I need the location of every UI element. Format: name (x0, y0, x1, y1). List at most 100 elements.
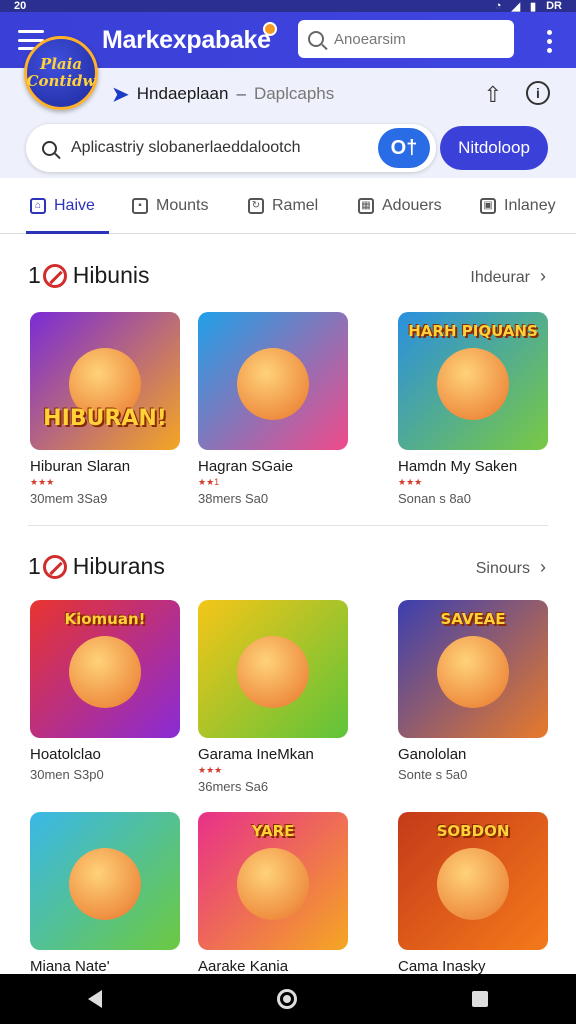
mascot-image (437, 635, 509, 708)
top-search-placeholder: Anoearsim (334, 30, 406, 48)
app-card[interactable]: SAVEAE Ganololan Sonte s 5a0 (398, 600, 548, 782)
notification-dot-icon (262, 21, 277, 36)
grid-icon: ▪ (132, 198, 148, 214)
section-title: 1 Hiburans (28, 553, 165, 580)
see-more-label: Sinours (475, 560, 530, 577)
recent-apps-icon[interactable] (472, 991, 489, 1007)
search-icon (42, 140, 57, 156)
main-search-value: Aplicastriy slobanerlaeddalootch (71, 139, 301, 156)
calendar-icon: ▦ (358, 198, 374, 214)
system-nav-bar (0, 974, 576, 1024)
tab-haive[interactable]: ⌂ Haive (26, 178, 109, 234)
more-options-icon[interactable] (547, 30, 552, 53)
battery-label: DR (546, 0, 562, 12)
see-more-link[interactable]: Sinours › (476, 557, 546, 578)
app-thumbnail[interactable]: SAVEAE (398, 600, 548, 738)
app-name: Ganololan (398, 746, 467, 763)
thumbnail-art-text: SAVEAE (440, 610, 506, 628)
home-icon: ⌂ (30, 198, 46, 214)
wifi-icon: ◔ (494, 0, 502, 12)
main-search-input[interactable]: Aplicastriy slobanerlaeddalootch O† (26, 124, 436, 172)
see-more-link[interactable]: Ihdeurar › (470, 266, 546, 287)
mascot-image (69, 847, 141, 920)
tab-mounts[interactable]: ▪ Mounts (132, 178, 208, 234)
bag-icon: ▣ (480, 198, 496, 214)
tab-inlaney[interactable]: ▣ Inlaney (480, 178, 556, 234)
app-thumbnail[interactable]: HIBURAN! (30, 312, 180, 450)
app-thumbnail[interactable]: YARE (198, 812, 348, 950)
back-icon[interactable] (87, 990, 102, 1008)
info-icon[interactable]: i (526, 81, 550, 105)
rating-stars: ★★★ (198, 765, 223, 775)
app-thumbnail[interactable] (198, 600, 348, 738)
app-card[interactable]: SOBDON Cama Inasky (398, 812, 548, 975)
home-icon[interactable] (276, 989, 297, 1009)
app-name: Hoatolclao (30, 746, 101, 763)
thumbnail-art-text: SOBDON (436, 822, 510, 840)
app-card[interactable]: HIBURAN! Hiburan Slaran ★★★ 30mem 3Sa9 (30, 312, 180, 506)
breadcrumb-separator: – (236, 84, 246, 103)
no-symbol-icon (42, 554, 67, 579)
chevron-right-icon: › (540, 557, 546, 577)
no-symbol-icon (42, 263, 67, 288)
badge-line1: Plaia (39, 55, 83, 73)
app-thumbnail[interactable] (30, 812, 180, 950)
see-more-label: Ihdeurar (470, 269, 530, 286)
store-name: Hndaeplaan (136, 84, 229, 103)
tab-label: Ramel (272, 197, 319, 214)
tab-label: Adouers (382, 197, 442, 214)
mascot-image (237, 635, 309, 708)
store-logo-icon: ➤ (112, 83, 129, 106)
mascot-image (237, 847, 309, 920)
store-subtitle: Daplcaphs (253, 84, 335, 103)
app-thumbnail[interactable]: SOBDON (398, 812, 548, 950)
app-logo-badge[interactable]: Plaia Contidw (24, 36, 98, 110)
section-divider (28, 525, 548, 526)
app-card[interactable]: Garama IneMkan ★★★ 36mers Sa6 (198, 600, 348, 794)
clock: 20 (14, 0, 27, 12)
search-row: Aplicastriy slobanerlaeddalootch O† Nitd… (0, 120, 576, 178)
tab-ramel[interactable]: ↻ Ramel (248, 178, 318, 234)
thumbnail-art-text: Kiomuan! (64, 610, 146, 628)
refresh-icon: ↻ (248, 198, 264, 214)
app-name: Hagran SGaie (198, 458, 294, 475)
section-header: 1 Hiburans Sinours › (0, 547, 576, 587)
tab-label: Inlaney (504, 197, 556, 214)
section-header: 1 Hibunis Ihdeurar › (0, 256, 576, 296)
thumbnail-art-text: HARH PIQUANS (408, 322, 538, 340)
app-name: Cama Inasky (398, 958, 486, 975)
search-submit-button[interactable]: Nitdoloop (440, 126, 548, 170)
share-icon[interactable]: ⇧ (484, 82, 502, 108)
app-card[interactable]: Kiomuan! Hoatolclao 30men S3p0 (30, 600, 180, 782)
tab-adouers[interactable]: ▦ Adouers (358, 178, 442, 234)
app-card[interactable]: Hagran SGaie ★★1 38mers Sa0 (198, 312, 348, 506)
mascot-image (69, 635, 141, 708)
app-card[interactable]: YARE Aarake Kania (198, 812, 348, 975)
section-rank-number: 1 (28, 262, 41, 288)
app-card[interactable]: HARH PIQUANS Hamdn My Saken ★★★ Sonan s 8a0 (398, 312, 548, 506)
thumbnail-art-text: HIBURAN! (43, 406, 167, 431)
rating-stars: ★★1 (198, 477, 220, 487)
app-meta: 30men S3p0 (30, 767, 104, 782)
app-thumbnail[interactable]: Kiomuan! (30, 600, 180, 738)
app-card[interactable]: Miana Nate' (30, 812, 180, 975)
signal-icon: ◢ (511, 0, 521, 13)
app-meta: Sonte s 5a0 (398, 767, 468, 782)
search-toggle-button[interactable]: O† (378, 128, 430, 168)
section-title-text: Hibunis (72, 262, 150, 288)
section-title-text: Hiburans (72, 553, 165, 579)
mascot-image (437, 347, 509, 420)
section-title: 1 Hibunis (28, 262, 150, 289)
app-thumbnail[interactable]: HARH PIQUANS (398, 312, 548, 450)
thumbnail-art-text: YARE (251, 822, 295, 840)
app-meta: Sonan s 8a0 (398, 491, 472, 506)
app-thumbnail[interactable] (198, 312, 348, 450)
status-bar: 20 ◔ ◢ ▮ DR (0, 0, 576, 12)
tab-label: Haive (54, 197, 95, 214)
search-icon (308, 31, 324, 47)
store-breadcrumb: ➤ Hndaeplaan – Daplcaphs (112, 82, 334, 107)
app-name: Hamdn My Saken (398, 458, 518, 475)
category-tabs: ⌂ Haive ▪ Mounts ↻ Ramel ▦ Adouers ▣ Inlaney (0, 178, 576, 234)
top-search-input[interactable]: Anoearsim (298, 20, 514, 58)
badge-line2: Contidw (26, 72, 96, 90)
